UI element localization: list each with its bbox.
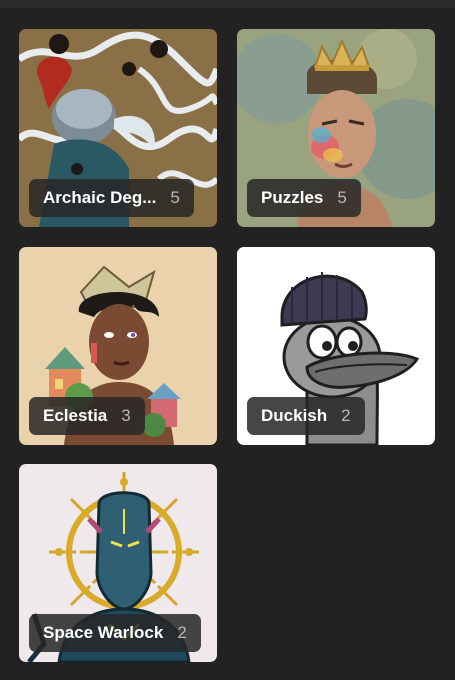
collection-card-archaic[interactable]: Archaic Deg... 5 [19, 29, 217, 227]
collection-card-space-warlock[interactable]: Space Warlock 2 [19, 464, 217, 662]
collection-title: Puzzles [261, 188, 324, 207]
collection-count: 5 [337, 188, 347, 207]
collection-title: Eclestia [43, 406, 108, 425]
collection-card-puzzles[interactable]: Puzzles 5 [237, 29, 435, 227]
top-edge-bar [0, 0, 455, 8]
collection-title: Archaic Deg... [43, 188, 157, 207]
collection-label: Puzzles 5 [247, 179, 361, 217]
collection-count: 3 [121, 406, 131, 425]
collection-label: Archaic Deg... 5 [29, 179, 194, 217]
collection-card-duckish[interactable]: Duckish 2 [237, 247, 435, 445]
collection-count: 2 [341, 406, 351, 425]
collection-card-eclestia[interactable]: Eclestia 3 [19, 247, 217, 445]
collection-count: 2 [177, 623, 187, 642]
collection-title: Space Warlock [43, 623, 164, 642]
collection-count: 5 [170, 188, 180, 207]
collection-label: Eclestia 3 [29, 397, 145, 435]
collection-label: Duckish 2 [247, 397, 365, 435]
collection-title: Duckish [261, 406, 328, 425]
collection-label: Space Warlock 2 [29, 614, 201, 652]
